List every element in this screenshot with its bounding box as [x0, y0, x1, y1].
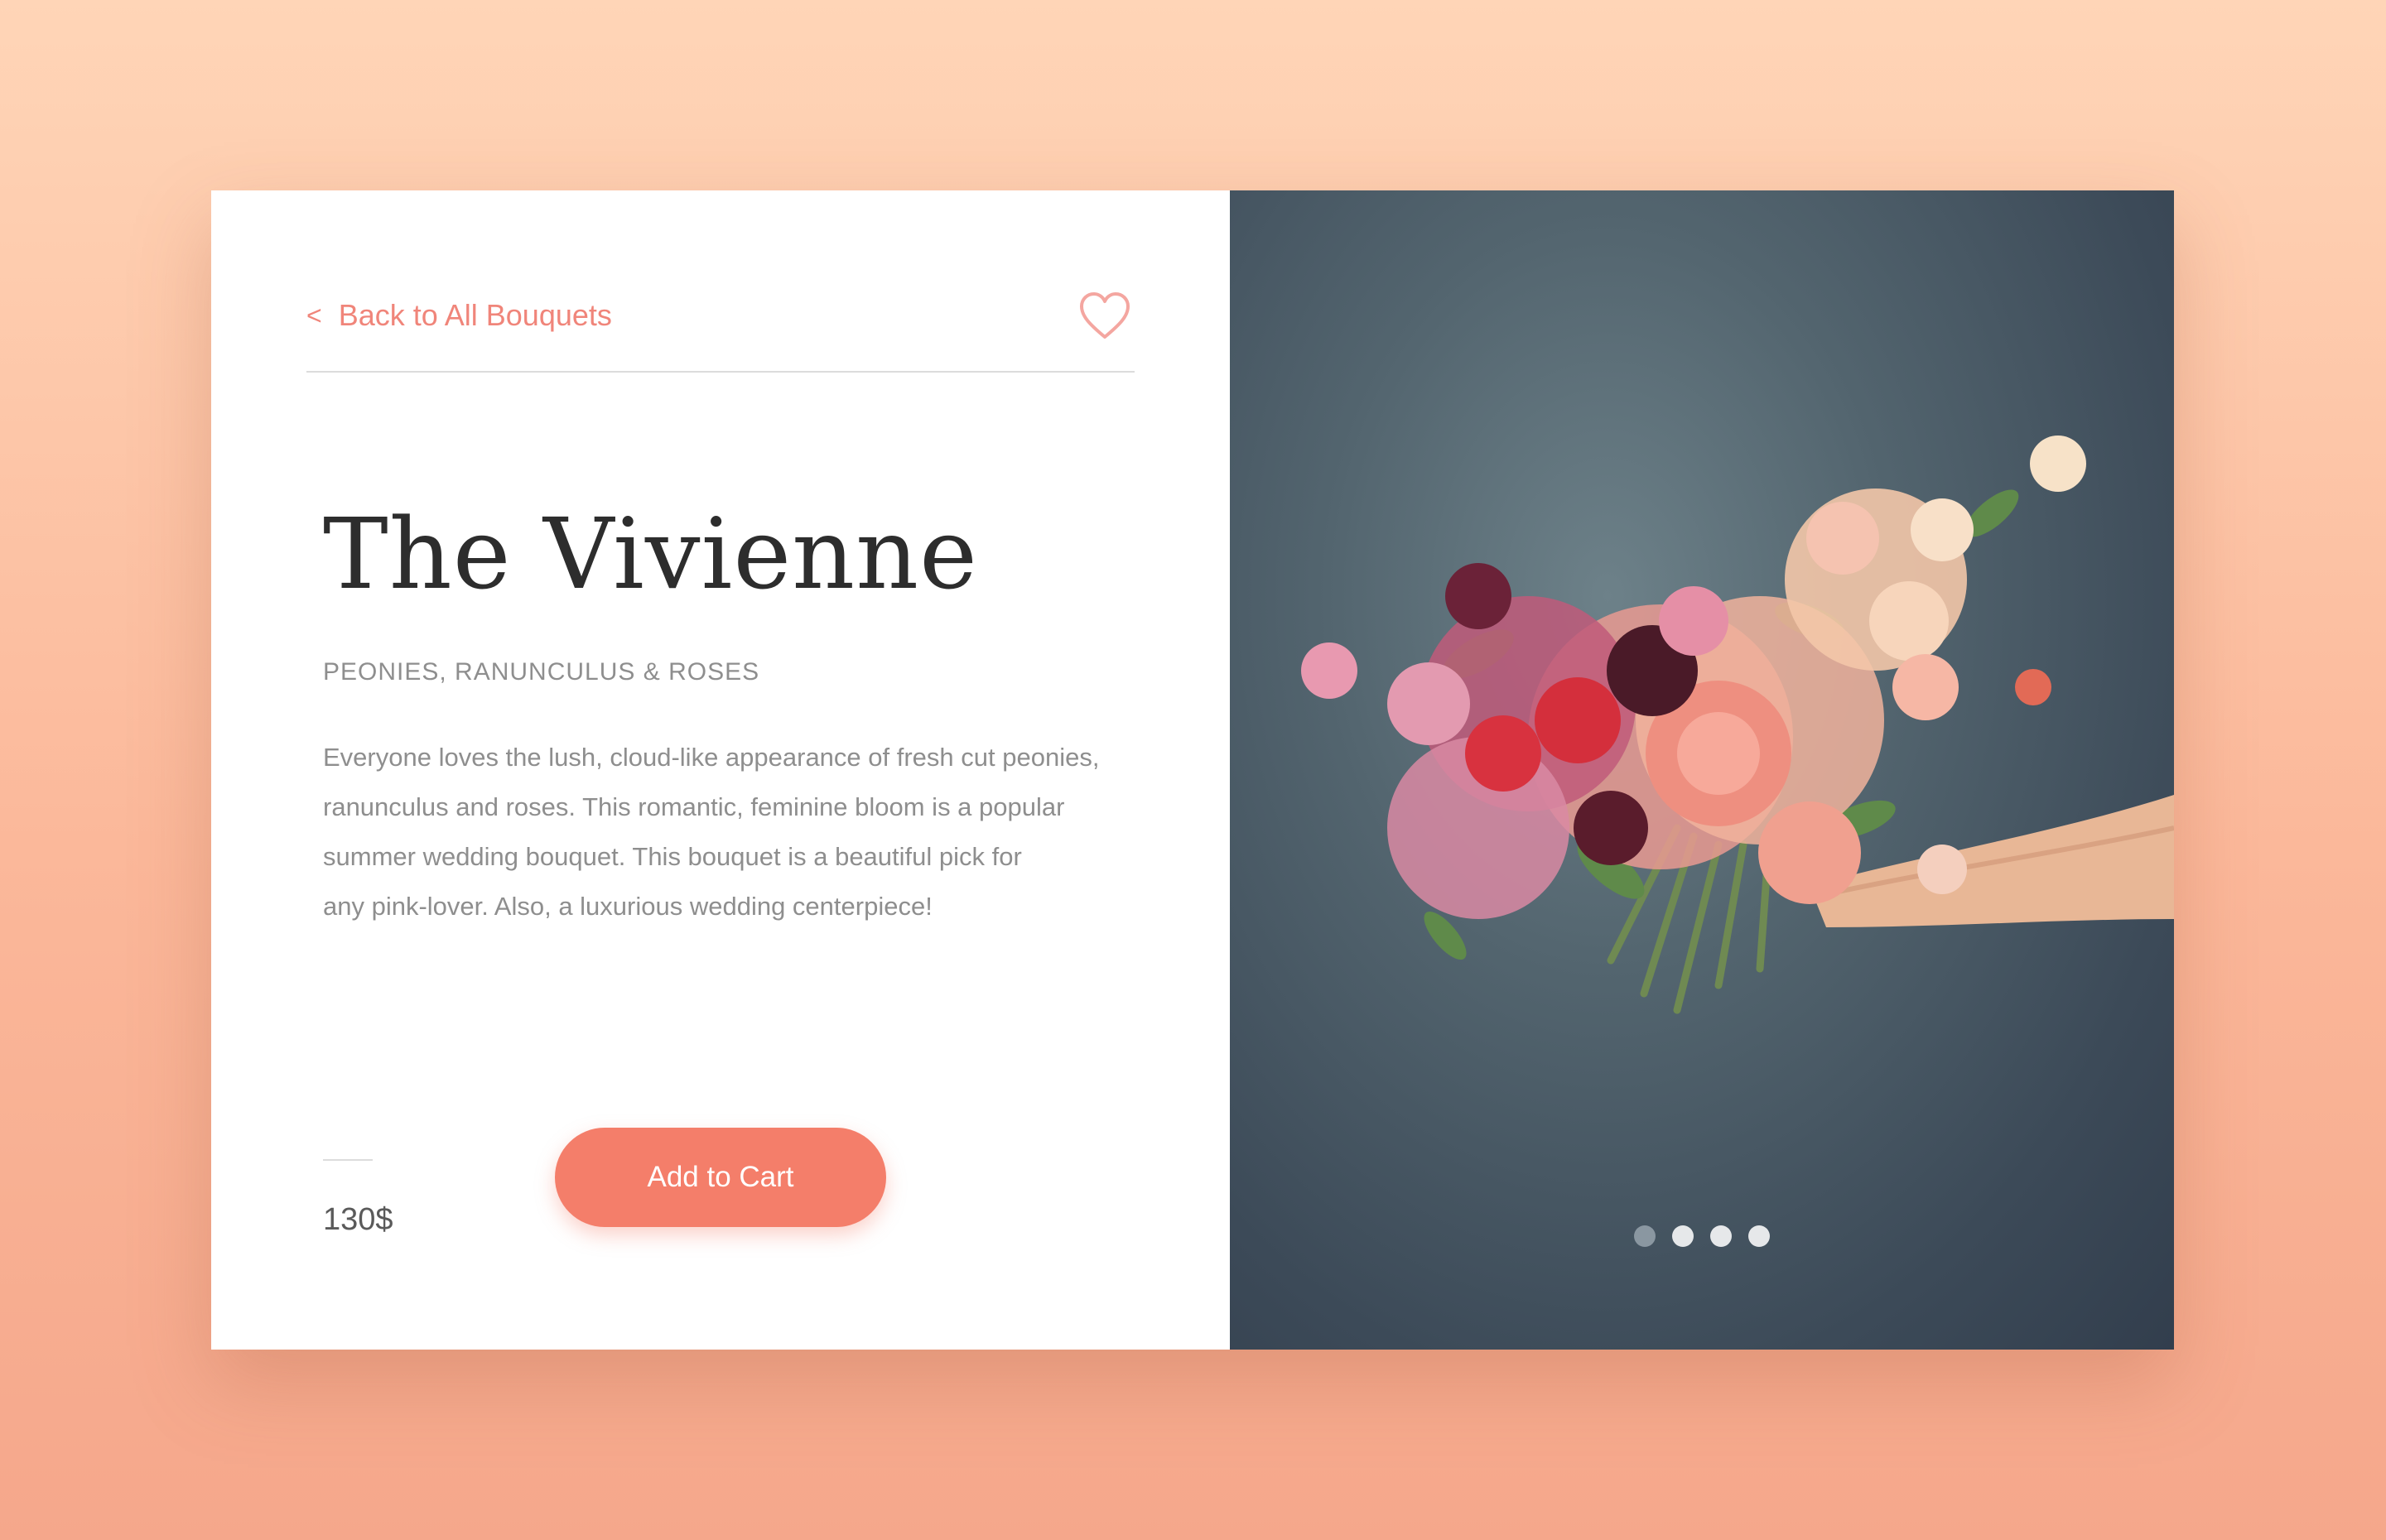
- back-to-bouquets-link[interactable]: < Back to All Bouquets: [306, 298, 612, 333]
- product-description: Everyone loves the lush, cloud-like appe…: [323, 733, 1143, 931]
- product-title: The Vivienne: [323, 497, 978, 611]
- description-line: Everyone loves the lush, cloud-like appe…: [323, 743, 1100, 772]
- carousel-dot[interactable]: [1748, 1225, 1770, 1247]
- carousel-dot[interactable]: [1710, 1225, 1732, 1247]
- description-line: any pink-lover. Also, a luxurious weddin…: [323, 892, 933, 921]
- description-line: ranunculus and roses. This romantic, fem…: [323, 792, 1065, 821]
- heart-icon[interactable]: [1078, 291, 1131, 341]
- carousel-dot[interactable]: [1672, 1225, 1694, 1247]
- carousel-dot[interactable]: [1634, 1225, 1656, 1247]
- product-image-panel: [1230, 190, 2174, 1350]
- product-subtitle: PEONIES, RANUNCULUS & ROSES: [323, 658, 760, 686]
- product-details-panel: < Back to All Bouquets The Vivienne PEON…: [211, 190, 1230, 1350]
- product-price: 130$: [323, 1202, 393, 1237]
- divider: [323, 1159, 373, 1161]
- product-card: < Back to All Bouquets The Vivienne PEON…: [211, 190, 2174, 1350]
- carousel-dots: [1634, 1225, 1770, 1247]
- add-to-cart-button[interactable]: Add to Cart: [555, 1128, 886, 1227]
- bouquet-photo: [1301, 436, 2174, 1014]
- top-bar: < Back to All Bouquets: [306, 273, 1135, 373]
- back-link-label: Back to All Bouquets: [338, 298, 612, 332]
- chevron-left-icon: <: [306, 300, 322, 330]
- description-line: summer wedding bouquet. This bouquet is …: [323, 842, 1022, 871]
